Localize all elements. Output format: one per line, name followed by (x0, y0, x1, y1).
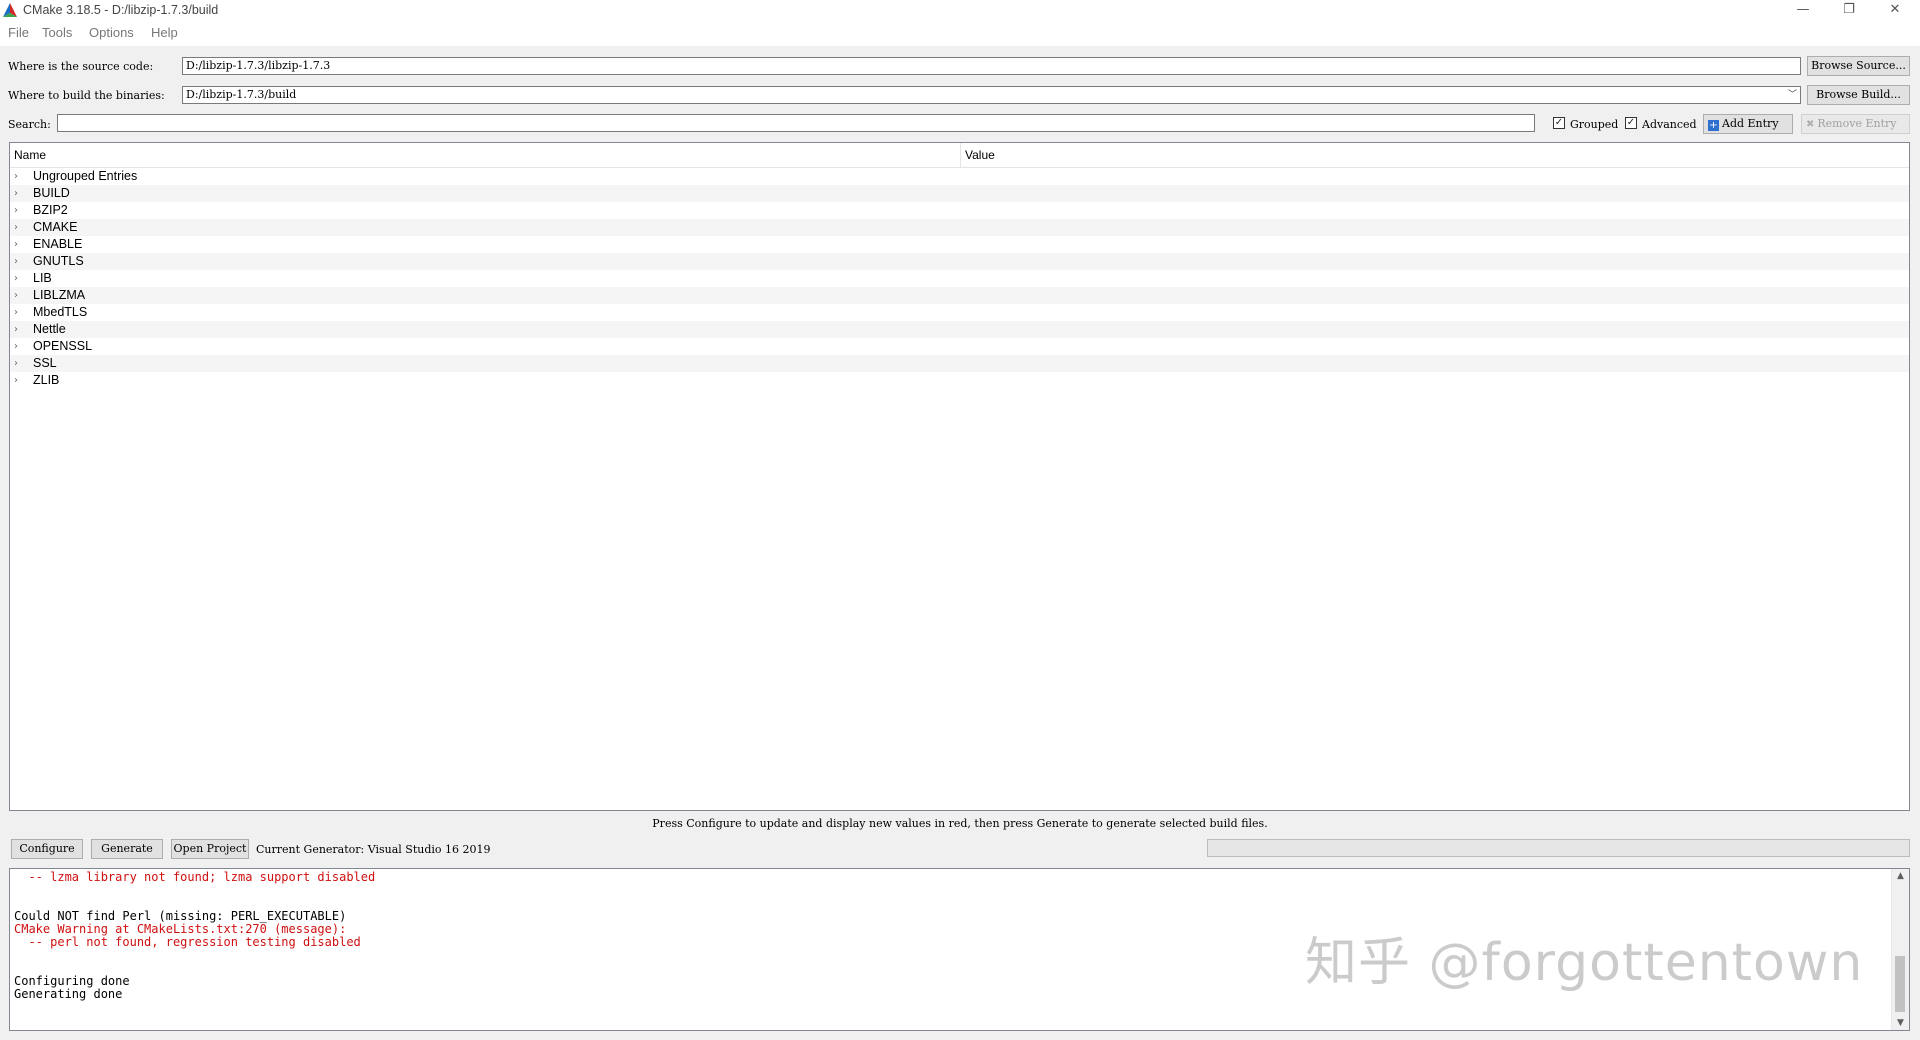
scroll-up-arrow-icon[interactable]: ▲ (1892, 871, 1909, 881)
build-path-value: D:/libzip-1.7.3/build (186, 88, 297, 101)
hint-text: Press Configure to update and display ne… (652, 817, 1268, 830)
open-project-button[interactable]: Open Project (171, 839, 249, 859)
build-label: Where to build the binaries: (8, 89, 165, 102)
tree-row[interactable]: › MbedTLS (10, 304, 1909, 321)
tree-row-label: Ungrouped Entries (33, 169, 138, 183)
grouped-checkbox[interactable]: ✓ (1553, 117, 1565, 129)
expand-chevron-icon[interactable]: › (14, 338, 24, 355)
build-path-combobox[interactable]: D:/libzip-1.7.3/build ﹀ (182, 86, 1801, 104)
expand-chevron-icon[interactable]: › (14, 253, 24, 270)
browse-source-button[interactable]: Browse Source... (1807, 56, 1910, 76)
menu-help[interactable]: Help (151, 25, 178, 40)
chevron-down-icon[interactable]: ﹀ (1788, 88, 1797, 102)
expand-chevron-icon[interactable]: › (14, 321, 24, 338)
log-line: Generating done (14, 987, 123, 1001)
tree-row-label: LIB (33, 271, 52, 285)
tree-row[interactable]: › SSL (10, 355, 1909, 372)
log-line: -- perl not found, regression testing di… (14, 935, 361, 949)
tree-row[interactable]: › BUILD (10, 185, 1909, 202)
remove-entry-button[interactable]: ✖ Remove Entry (1801, 114, 1910, 134)
cache-tree-view[interactable]: Name Value › Ungrouped Entries › BUILD › BZIP… (9, 142, 1910, 811)
expand-chevron-icon[interactable]: › (14, 168, 24, 185)
advanced-checkbox[interactable]: ✓ (1625, 117, 1637, 129)
source-label: Where is the source code: (8, 60, 154, 73)
progress-bar (1207, 839, 1910, 857)
column-divider[interactable] (960, 143, 961, 167)
tree-row-label: BZIP2 (33, 203, 68, 217)
tree-row-label: GNUTLS (33, 254, 84, 268)
tree-row[interactable]: › ENABLE (10, 236, 1909, 253)
source-path-input[interactable]: D:/libzip-1.7.3/libzip-1.7.3 (182, 57, 1801, 75)
restore-button[interactable]: ❐ (1826, 0, 1872, 22)
column-header-value[interactable]: Value (965, 148, 995, 162)
cmake-logo-icon (3, 3, 17, 17)
tree-row[interactable]: › ZLIB (10, 372, 1909, 389)
scroll-thumb[interactable] (1895, 956, 1905, 1012)
expand-chevron-icon[interactable]: › (14, 304, 24, 321)
title-bar (0, 0, 1920, 22)
tree-row[interactable]: › LIB (10, 270, 1909, 287)
generate-button[interactable]: Generate (91, 839, 163, 859)
tree-row-label: BUILD (33, 186, 70, 200)
minimize-button[interactable]: — (1780, 0, 1826, 22)
tree-row[interactable]: › OPENSSL (10, 338, 1909, 355)
close-button[interactable]: ✕ (1872, 0, 1918, 22)
configure-button[interactable]: Configure (11, 839, 83, 859)
tree-row-label: ZLIB (33, 373, 60, 387)
expand-chevron-icon[interactable]: › (14, 287, 24, 304)
add-entry-label: Add Entry (1722, 117, 1779, 130)
search-input[interactable] (57, 114, 1535, 132)
tree-row-label: SSL (33, 356, 57, 370)
tree-row[interactable]: › LIBLZMA (10, 287, 1909, 304)
tree-row-label: MbedTLS (33, 305, 88, 319)
search-label: Search: (8, 118, 51, 131)
tree-header: Name Value (10, 143, 1909, 168)
expand-chevron-icon[interactable]: › (14, 219, 24, 236)
grouped-label: Grouped (1570, 118, 1619, 131)
plus-icon: + (1708, 120, 1719, 131)
browse-build-button[interactable]: Browse Build... (1807, 85, 1910, 105)
expand-chevron-icon[interactable]: › (14, 236, 24, 253)
tree-row[interactable]: › CMAKE (10, 219, 1909, 236)
tree-row-label: OPENSSL (33, 339, 93, 353)
tree-row[interactable]: › Nettle (10, 321, 1909, 338)
expand-chevron-icon[interactable]: › (14, 202, 24, 219)
remove-entry-label: Remove Entry (1817, 117, 1897, 130)
tree-row-label: CMAKE (33, 220, 78, 234)
watermark: 知乎 @forgottentown (1305, 933, 1864, 993)
expand-chevron-icon[interactable]: › (14, 372, 24, 389)
remove-icon: ✖ (1806, 119, 1815, 130)
menu-tools[interactable]: Tools (42, 25, 72, 40)
tree-row[interactable]: › BZIP2 (10, 202, 1909, 219)
menu-bar (0, 22, 1920, 46)
expand-chevron-icon[interactable]: › (14, 270, 24, 287)
scroll-down-arrow-icon[interactable]: ▼ (1892, 1018, 1909, 1028)
tree-row[interactable]: › GNUTLS (10, 253, 1909, 270)
log-line: Configuring done (14, 974, 130, 988)
output-scrollbar[interactable]: ▲ ▼ (1891, 869, 1909, 1030)
window-title: CMake 3.18.5 - D:/libzip-1.7.3/build (23, 3, 219, 17)
expand-chevron-icon[interactable]: › (14, 355, 24, 372)
current-generator-text: Current Generator: Visual Studio 16 2019 (256, 843, 491, 856)
column-header-name[interactable]: Name (14, 148, 46, 162)
tree-row[interactable]: › Ungrouped Entries (10, 168, 1909, 185)
tree-row-label: ENABLE (33, 237, 83, 251)
log-line: CMake Warning at CMakeLists.txt:270 (mes… (14, 922, 347, 936)
menu-file[interactable]: File (8, 25, 29, 40)
menu-options[interactable]: Options (89, 25, 134, 40)
tree-row-label: LIBLZMA (33, 288, 86, 302)
tree-row-label: Nettle (33, 322, 66, 336)
add-entry-button[interactable]: + Add Entry (1703, 114, 1793, 134)
expand-chevron-icon[interactable]: › (14, 185, 24, 202)
log-line: Could NOT find Perl (missing: PERL_EXECU… (14, 909, 347, 923)
log-line: -- lzma library not found; lzma support … (14, 870, 376, 884)
advanced-label: Advanced (1642, 118, 1697, 131)
